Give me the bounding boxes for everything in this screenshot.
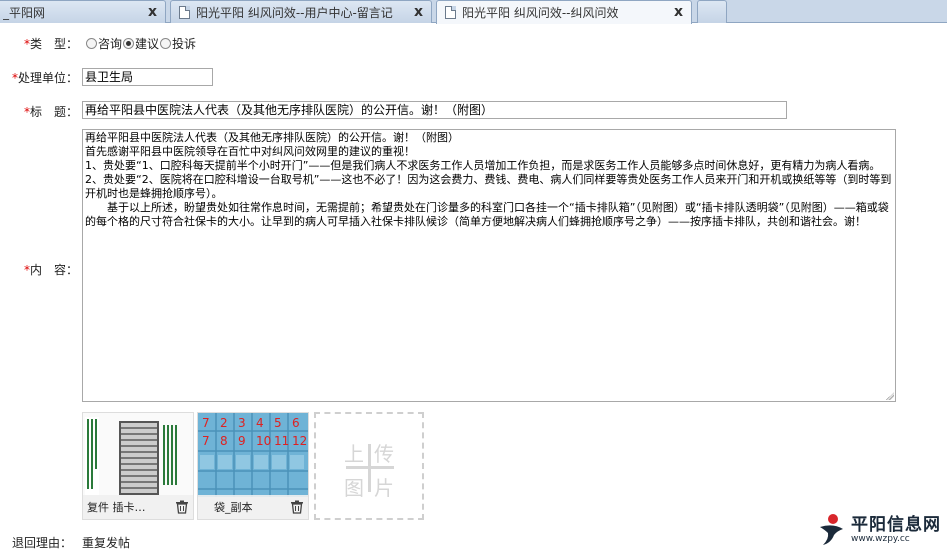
new-tab-button[interactable] — [697, 0, 727, 23]
radio-label: 投诉 — [172, 37, 197, 51]
radio-button[interactable] — [160, 38, 172, 49]
tab-jiufeng-wenxiao[interactable]: 阳光平阳 纠风问效--纠风问效 x — [436, 0, 692, 24]
transparent-bag-image: 723 456 789 10 11 12 — [198, 413, 308, 497]
trash-icon[interactable] — [290, 500, 304, 514]
close-icon[interactable]: x — [148, 4, 157, 20]
attachment-name: 袋_副本 — [214, 501, 253, 514]
logo-mark-icon — [820, 514, 843, 545]
content-line: 基于以上所述，盼望贵处如往常作息时间，无需提前；希望贵处在门诊量多的科室门口各挂… — [85, 201, 889, 228]
attachment-thumbnail[interactable]: 723 456 789 10 11 12 袋_副本 — [197, 412, 309, 520]
trash-icon[interactable] — [175, 500, 189, 514]
svg-text:11: 11 — [274, 434, 289, 448]
attachment-thumbnail[interactable]: 复件 插卡… — [82, 412, 194, 520]
tab-title: 阳光平阳 纠风问效--纠风问效 — [462, 6, 619, 20]
content-label: *内 容： — [24, 263, 79, 277]
upload-char: 上 — [344, 442, 364, 466]
site-logo: 平阳信息网 www.wzpy.cc — [817, 512, 942, 548]
card-rack-image — [83, 413, 193, 497]
browser-tab-bar: _平阳网 x 阳光平阳 纠风问效--用户中心-留言记 x 阳光平阳 纠风问效--… — [0, 0, 947, 24]
radio-consult[interactable]: 咨询 — [86, 35, 122, 52]
logo-url-text: www.wzpy.cc — [851, 534, 910, 544]
upload-char: 传 — [374, 442, 394, 466]
type-radio-group: 咨询 建议 投诉 — [86, 35, 197, 52]
content-textarea[interactable]: 再给平阳县中医院法人代表（及其他无序排队医院）的公开信。谢！（附图） 首先感谢平… — [82, 129, 896, 402]
content-line: 再给平阳县中医院法人代表（及其他无序排队医院）的公开信。谢！（附图） — [85, 131, 459, 144]
radio-complaint[interactable]: 投诉 — [160, 35, 196, 52]
attachment-caption: 复件 插卡… — [83, 495, 193, 519]
close-icon[interactable]: x — [674, 4, 683, 20]
svg-text:10: 10 — [256, 434, 271, 448]
attachment-name: 复件 插卡… — [87, 501, 146, 514]
svg-text:4: 4 — [256, 416, 264, 430]
svg-text:7: 7 — [202, 416, 210, 430]
svg-text:6: 6 — [292, 416, 300, 430]
close-icon[interactable]: x — [414, 4, 423, 20]
radio-button-selected[interactable] — [123, 38, 135, 49]
title-label: *标 题： — [24, 105, 79, 119]
content-line: 1、贵处要“1、口腔科每天提前半个小时开门”——但是我们病人不求医务工作人员增加… — [85, 159, 881, 172]
attachment-caption: 袋_副本 — [198, 495, 308, 519]
document-icon — [445, 6, 456, 19]
svg-text:8: 8 — [220, 434, 228, 448]
content-line: 首先感谢平阳县中医院领导在百忙中对纠风问效网里的建议的重视！ — [85, 145, 415, 158]
tab-user-center[interactable]: 阳光平阳 纠风问效--用户中心-留言记 x — [170, 0, 432, 23]
reject-reason-label: 退回理由： — [12, 536, 73, 550]
tab-title: _平阳网 — [3, 5, 46, 20]
svg-text:12: 12 — [292, 434, 307, 448]
radio-button[interactable] — [86, 38, 97, 49]
upload-char: 图 — [344, 476, 364, 500]
dept-label: *处理单位： — [12, 71, 79, 85]
svg-text:9: 9 — [238, 434, 246, 448]
logo-main-text: 平阳信息网 — [851, 515, 941, 535]
svg-text:5: 5 — [274, 416, 282, 430]
type-label: *类 型： — [24, 37, 79, 51]
svg-text:3: 3 — [238, 416, 246, 430]
tab-title: 阳光平阳 纠风问效--用户中心-留言记 — [196, 5, 393, 20]
content-line: 2、贵处要“2、医院将在口腔科增设一台取号机”——这也不必了！因为这会费力、费钱… — [85, 173, 892, 200]
resize-handle[interactable] — [886, 392, 894, 400]
plus-icon — [368, 444, 371, 492]
radio-label: 咨询 — [98, 37, 123, 51]
upload-image-button[interactable]: 上 传 图 片 — [314, 412, 424, 520]
reject-reason-value: 重复发帖 — [82, 536, 131, 550]
tab-pingyang-net[interactable]: _平阳网 x — [0, 0, 166, 23]
radio-label: 建议 — [135, 37, 160, 51]
dept-input[interactable]: 县卫生局 — [82, 68, 213, 86]
document-icon — [179, 5, 190, 19]
title-input[interactable]: 再给平阳县中医院法人代表（及其他无序排队医院）的公开信。谢！（附图） — [82, 101, 787, 119]
upload-char: 片 — [374, 476, 394, 500]
svg-text:2: 2 — [220, 416, 228, 430]
svg-text:7: 7 — [202, 434, 210, 448]
radio-suggest[interactable]: 建议 — [123, 35, 159, 52]
